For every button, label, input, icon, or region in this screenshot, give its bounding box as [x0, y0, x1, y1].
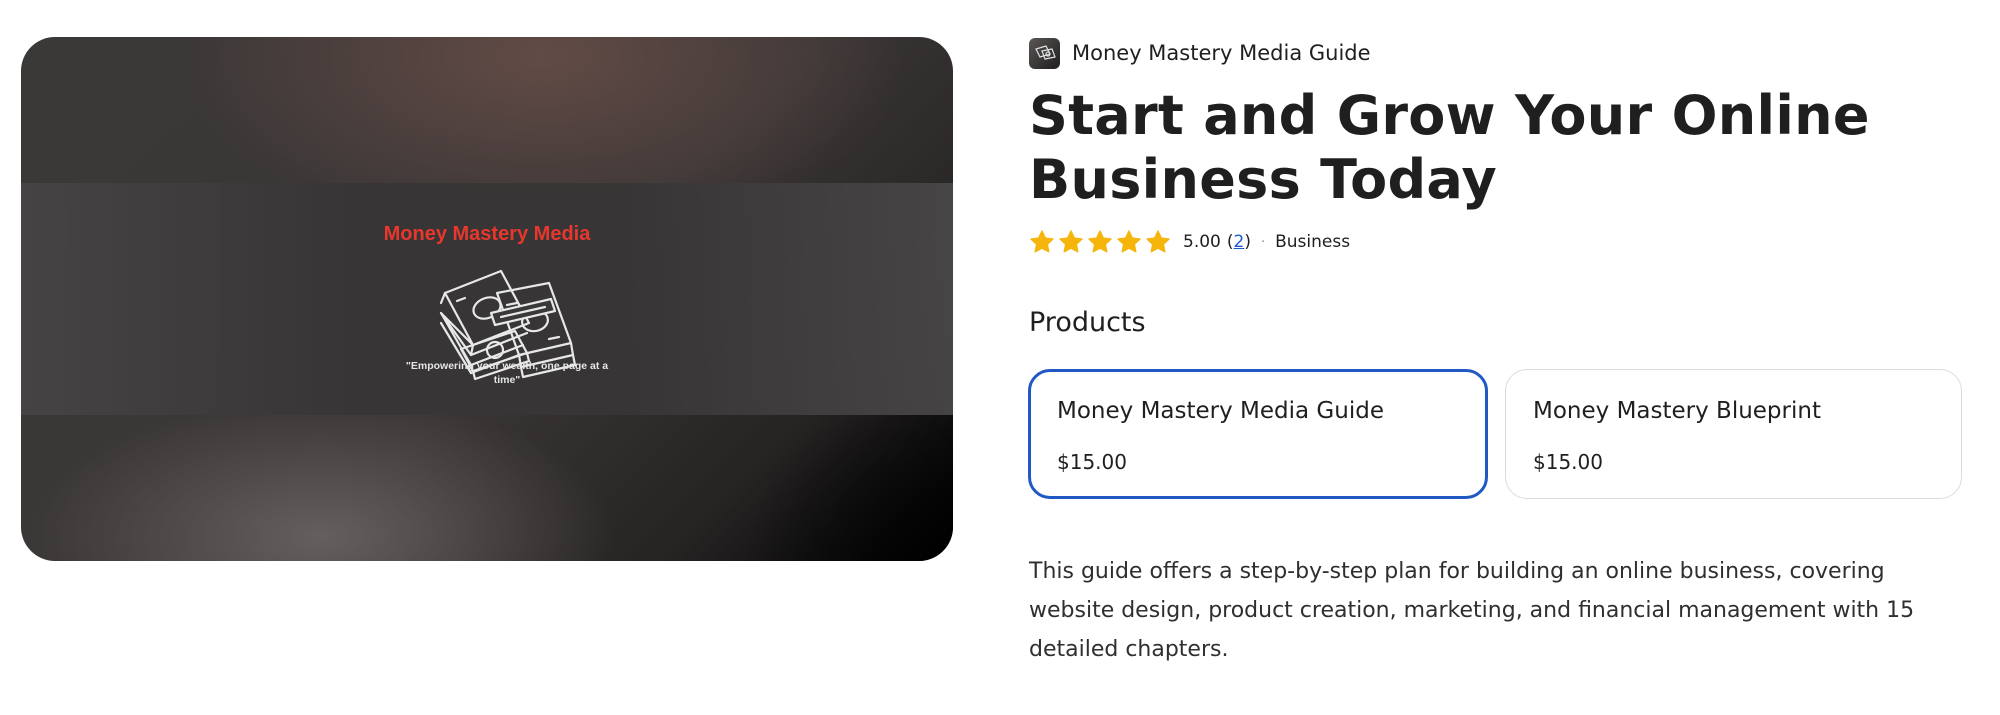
store-logo-icon	[1029, 37, 1060, 69]
star-icon	[1146, 230, 1170, 253]
products-heading: Products	[1029, 307, 1146, 338]
product-option-name: Money Mastery Media Guide	[1057, 398, 1384, 424]
page-title: Start and Grow Your Online Business Toda…	[1029, 84, 1870, 211]
rating-row: 5.00 (2) · Business	[1029, 228, 1350, 256]
star-rating	[1029, 229, 1171, 255]
product-description: This guide offers a step-by-step plan fo…	[1029, 559, 1915, 662]
product-page: Money Mastery Media "Empowering your wea…	[0, 0, 2000, 715]
rating-value: 5.00	[1183, 232, 1221, 252]
product-option-name: Money Mastery Blueprint	[1533, 398, 1821, 424]
rating-count-link[interactable]: 2	[1234, 232, 1245, 252]
product-option-price: $15.00	[1057, 450, 1127, 474]
product-option-card[interactable]: Money Mastery Media Guide $15.00	[1028, 369, 1488, 499]
rating-close-paren: )	[1244, 232, 1251, 252]
store-link[interactable]: Money Mastery Media Guide	[1029, 37, 1371, 69]
cover-brand-text: Money Mastery Media	[383, 223, 591, 245]
product-cover-image: Money Mastery Media "Empowering your wea…	[21, 37, 953, 561]
product-option-card[interactable]: Money Mastery Blueprint $15.00	[1505, 369, 1962, 499]
separator-dot: ·	[1260, 234, 1266, 250]
star-icon	[1088, 230, 1112, 253]
category-label[interactable]: Business	[1275, 232, 1350, 252]
star-icon	[1030, 230, 1054, 253]
rating-open-paren: (	[1226, 232, 1234, 252]
cover-tagline: "Empowering your wealth, one page at a t…	[405, 360, 609, 386]
product-option-price: $15.00	[1533, 450, 1603, 474]
store-name: Money Mastery Media Guide	[1072, 41, 1371, 65]
star-icon	[1117, 230, 1141, 253]
star-icon	[1059, 230, 1083, 253]
